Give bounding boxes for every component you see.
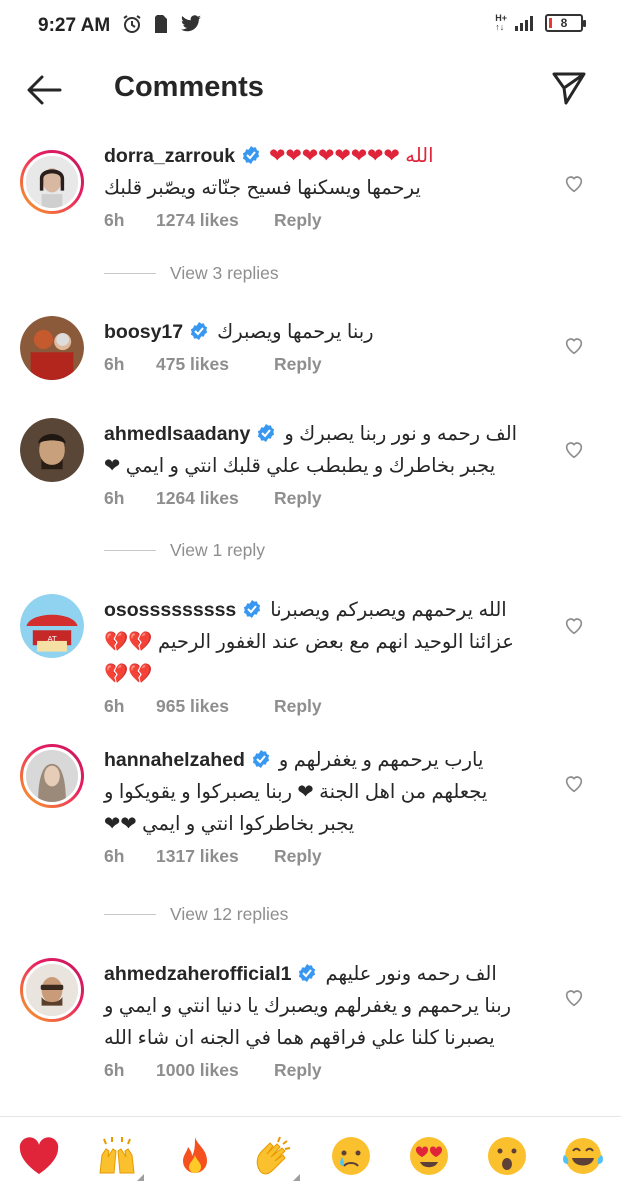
- raising-hands-icon: [99, 1137, 135, 1174]
- share-button[interactable]: [551, 70, 587, 106]
- username[interactable]: hannahelzahed: [104, 749, 245, 771]
- reply-button[interactable]: Reply: [274, 846, 322, 867]
- comment-text-line: الله يرحمهم ويصبركم ويصبرنا: [270, 599, 507, 621]
- verified-badge-icon: [244, 600, 261, 618]
- battery-icon: 8: [545, 14, 586, 32]
- username[interactable]: ahmedlsaadany: [104, 423, 250, 445]
- avatar[interactable]: [20, 150, 84, 214]
- paper-plane-icon: [552, 72, 586, 105]
- verified-badge-icon: [252, 750, 269, 768]
- reply-button[interactable]: Reply: [274, 354, 322, 375]
- comment-text-line: الله ❤❤❤❤❤❤❤❤: [269, 145, 434, 167]
- crying-face-icon: [332, 1137, 370, 1175]
- surprised-face-icon: [488, 1137, 526, 1175]
- avatar[interactable]: [20, 418, 84, 482]
- back-button[interactable]: [24, 72, 64, 108]
- tears-of-joy-emoji-button[interactable]: [560, 1133, 606, 1179]
- comment-text-line: يجبر بخاطرك و يطبطب علي قلبك انتي و ايمي…: [104, 455, 496, 477]
- username[interactable]: ososssssssss: [104, 599, 236, 621]
- reply-button[interactable]: Reply: [274, 1060, 322, 1081]
- comment-time: 6h: [104, 354, 125, 374]
- like-count[interactable]: 1317 likes: [156, 846, 274, 867]
- fire-emoji-button[interactable]: [172, 1133, 218, 1179]
- username[interactable]: ahmedzaherofficial1: [104, 963, 291, 985]
- comment-text-line: يارب يرحمهم و يغفرلهم و: [278, 749, 484, 771]
- header: Comments: [0, 52, 621, 128]
- heart-outline-icon[interactable]: [563, 614, 585, 636]
- comment-text-line: يرحمها ويسكنها فسيح جنّاته ويصّبر قلبك: [104, 177, 421, 199]
- heart-outline-icon[interactable]: [563, 334, 585, 356]
- like-count[interactable]: 475 likes: [156, 354, 274, 375]
- verified-badge-icon: [258, 424, 275, 442]
- comment-text-line: الف رحمه و نور ربنا يصبرك و: [284, 423, 518, 445]
- clapping-hands-emoji-button[interactable]: [250, 1133, 300, 1181]
- username[interactable]: boosy17: [104, 321, 183, 343]
- fire-icon: [183, 1137, 207, 1173]
- svg-text:AT: AT: [47, 634, 57, 643]
- like-count[interactable]: 1264 likes: [156, 488, 274, 509]
- reply-button[interactable]: Reply: [274, 488, 322, 509]
- avatar[interactable]: [20, 316, 84, 380]
- comment-text-line: ربنا يرحمهم و يغفرلهم ويصبرك يا دنيا انت…: [104, 995, 512, 1017]
- page-title: Comments: [114, 71, 264, 103]
- comment-time: 6h: [104, 696, 125, 716]
- comment-text-line: يجعلهم من اهل الجنة ❤ ربنا يصبركوا و يقو…: [104, 781, 488, 803]
- status-time: 9:27 AM: [38, 15, 111, 36]
- like-count[interactable]: 965 likes: [156, 696, 274, 717]
- heart-eyes-face-icon: [410, 1137, 448, 1175]
- red-heart-icon: [19, 1137, 59, 1174]
- avatar[interactable]: [20, 958, 84, 1022]
- comment-text-line: عزائنا الوحيد انهم مع بعض عند الغفور الر…: [104, 631, 514, 653]
- reply-button[interactable]: Reply: [274, 696, 322, 717]
- avatar[interactable]: [20, 744, 84, 808]
- signal-icon: [515, 16, 533, 31]
- comment-text-line: يصبرنا كلنا علي فراقهم هما في الجنه ان ش…: [104, 1027, 495, 1049]
- clapping-hands-icon: [256, 1136, 291, 1175]
- alarm-icon: [123, 15, 141, 33]
- heart-eyes-emoji-button[interactable]: [406, 1133, 452, 1179]
- username[interactable]: dorra_zarrouk: [104, 145, 235, 167]
- heart-outline-icon[interactable]: [563, 986, 585, 1008]
- comment-time: 6h: [104, 846, 125, 866]
- comment-text-line: الف رحمه ونور عليهم: [325, 963, 497, 985]
- like-count[interactable]: 1274 likes: [156, 210, 274, 231]
- emoji-reaction-bar: [0, 1116, 621, 1200]
- comment-time: 6h: [104, 1060, 125, 1080]
- crying-face-emoji-button[interactable]: [328, 1133, 374, 1179]
- avatar[interactable]: AT: [20, 594, 84, 658]
- view-replies-button[interactable]: View 12 replies: [104, 904, 288, 925]
- heart-outline-icon[interactable]: [563, 172, 585, 194]
- surprised-face-emoji-button[interactable]: [484, 1133, 530, 1179]
- comment-time: 6h: [104, 210, 125, 230]
- comment-text-line: 💔💔: [104, 663, 153, 685]
- tears-of-joy-face-icon: [563, 1138, 603, 1174]
- comment-text-line: ربنا يرحمها ويصبرك: [217, 321, 374, 343]
- verified-badge-icon: [299, 964, 316, 982]
- back-arrow-icon: [27, 75, 62, 105]
- like-count[interactable]: 1000 likes: [156, 1060, 274, 1081]
- comment-text-line: يجبر بخاطركوا انتي و ايمي ❤❤: [104, 813, 355, 835]
- heart-emoji-button[interactable]: [16, 1133, 62, 1179]
- twitter-icon: [181, 15, 201, 32]
- network-type: H+ ↑↓: [495, 13, 507, 32]
- raising-hands-emoji-button[interactable]: [94, 1133, 144, 1181]
- sim-icon: [155, 15, 167, 33]
- verified-badge-icon: [243, 146, 260, 164]
- verified-badge-icon: [191, 322, 208, 340]
- status-bar: 9:27 AM H+ ↑↓ 8: [0, 0, 621, 52]
- view-replies-button[interactable]: View 1 reply: [104, 540, 265, 561]
- comment-time: 6h: [104, 488, 125, 508]
- heart-outline-icon[interactable]: [563, 438, 585, 460]
- view-replies-button[interactable]: View 3 replies: [104, 263, 279, 284]
- reply-button[interactable]: Reply: [274, 210, 322, 231]
- heart-outline-icon[interactable]: [563, 772, 585, 794]
